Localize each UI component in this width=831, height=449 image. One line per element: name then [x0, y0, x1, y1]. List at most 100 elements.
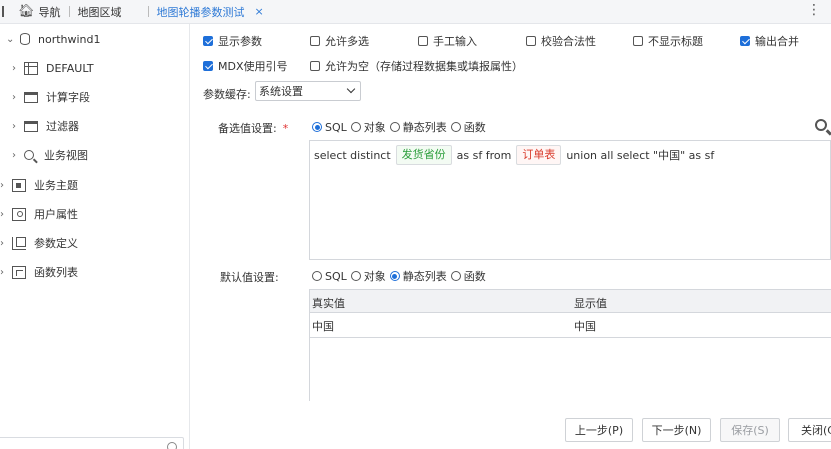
sql-editor[interactable]: select distinct 发货省份 as sf from 订单表 unio…: [309, 140, 831, 260]
search-icon[interactable]: [815, 119, 827, 131]
top-tab-bar: 🏠︎ 导航 地图区域 地图轮播参数测试 × ⋮: [0, 0, 831, 24]
radio-static-list[interactable]: 静态列表: [389, 268, 447, 284]
home-icon[interactable]: 🏠︎: [18, 4, 35, 19]
close-icon[interactable]: ×: [255, 5, 264, 18]
checkbox-unchecked-icon[interactable]: [526, 36, 536, 46]
checkbox-validate[interactable]: 校验合法性: [526, 33, 596, 49]
radio-function[interactable]: 函数: [450, 119, 486, 135]
database-icon: [20, 33, 30, 45]
column-header-real-value[interactable]: 真实值: [312, 295, 345, 311]
checkbox-mdx-quote[interactable]: MDX使用引号: [203, 58, 288, 74]
chevron-right-icon[interactable]: ›: [0, 180, 12, 191]
radio-static-list[interactable]: 静态列表: [389, 119, 447, 135]
tab-separator: [68, 6, 70, 17]
radio-unselected-icon[interactable]: [450, 122, 461, 132]
tree-item-param-definitions[interactable]: › 参数定义: [0, 233, 78, 253]
parameter-icon: [12, 236, 26, 250]
subject-icon: [12, 178, 26, 192]
static-list-table: 真实值 显示值 中国 中国: [309, 289, 831, 401]
chevron-down-icon[interactable]: ⌄: [6, 34, 18, 45]
folder-icon: [24, 91, 38, 103]
chevron-right-icon[interactable]: ›: [0, 267, 12, 278]
cache-label: 参数缓存:: [203, 88, 251, 101]
radio-function[interactable]: 函数: [450, 268, 486, 284]
radio-object[interactable]: 对象: [350, 268, 386, 284]
radio-label: SQL: [325, 269, 347, 283]
checkbox-label: 手工输入: [433, 35, 477, 48]
nav-tab[interactable]: 导航: [39, 0, 61, 24]
tree-item-default[interactable]: › DEFAULT: [12, 58, 94, 78]
more-menu-icon[interactable]: ⋮: [807, 2, 821, 18]
chevron-right-icon[interactable]: ›: [12, 63, 24, 74]
checkbox-unchecked-icon[interactable]: [310, 61, 320, 71]
chevron-right-icon[interactable]: ›: [0, 209, 12, 220]
search-icon[interactable]: [167, 442, 177, 449]
checkbox-label: 校验合法性: [541, 35, 596, 48]
checkbox-checked-icon[interactable]: [203, 36, 213, 46]
required-mark: *: [282, 122, 289, 135]
tree-item-business-view[interactable]: › 业务视图: [12, 145, 88, 165]
radio-unselected-icon[interactable]: [389, 122, 400, 132]
tab-active[interactable]: 地图轮播参数测试: [157, 0, 245, 24]
tree-item-function-list[interactable]: › 函数列表: [0, 262, 78, 282]
checkbox-checked-icon[interactable]: [740, 36, 750, 46]
table-header: 真实值 显示值: [310, 289, 831, 313]
cache-select[interactable]: 系统设置: [255, 81, 361, 101]
tab-map-area[interactable]: 地图区域: [78, 0, 122, 24]
tree-item-label: 业务主题: [34, 179, 78, 192]
chevron-right-icon[interactable]: ›: [12, 92, 24, 103]
checkbox-label: 不显示标题: [648, 35, 703, 48]
field-chip[interactable]: 发货省份: [395, 145, 452, 165]
radio-label: 函数: [463, 270, 486, 283]
checkbox-show-param[interactable]: 显示参数: [203, 33, 262, 49]
checkbox-unchecked-icon[interactable]: [310, 36, 320, 46]
checkbox-manual-input[interactable]: 手工输入: [418, 33, 477, 49]
search-icon: [24, 150, 34, 160]
radio-selected-icon[interactable]: [312, 122, 322, 132]
function-icon: [12, 265, 26, 279]
chevron-right-icon[interactable]: ›: [12, 121, 24, 132]
checkbox-label: 输出合并: [755, 35, 799, 48]
chevron-right-icon[interactable]: ›: [12, 150, 24, 161]
checkbox-hide-title[interactable]: 不显示标题: [633, 33, 703, 49]
next-button[interactable]: 下一步(N): [642, 418, 711, 442]
chevron-down-icon: [346, 84, 356, 94]
checkbox-allow-empty[interactable]: 允许为空（存储过程数据集或填报属性）: [310, 58, 523, 74]
checkbox-checked-icon[interactable]: [203, 61, 213, 71]
radio-unselected-icon[interactable]: [350, 122, 361, 132]
column-header-display-value[interactable]: 显示值: [574, 295, 607, 311]
cell-real-value[interactable]: 中国: [312, 318, 334, 334]
checkbox-unchecked-icon[interactable]: [418, 36, 428, 46]
checkbox-unchecked-icon[interactable]: [633, 36, 643, 46]
radio-label: 函数: [463, 121, 486, 134]
tree-item-business-subject[interactable]: › 业务主题: [0, 175, 78, 195]
checkbox-output-merge[interactable]: 输出合并: [740, 33, 799, 49]
table-row[interactable]: 中国 中国: [310, 313, 831, 338]
checkbox-allow-multi[interactable]: 允许多选: [310, 33, 369, 49]
tree-item-label: northwind1: [38, 32, 101, 46]
left-edge-divider: [2, 6, 4, 17]
tree-item-label: 参数定义: [34, 237, 78, 250]
radio-sql[interactable]: SQL: [312, 121, 347, 134]
prev-button[interactable]: 上一步(P): [565, 418, 633, 442]
tree-item-northwind1[interactable]: ⌄ northwind1: [6, 29, 101, 49]
save-button[interactable]: 保存(S): [720, 418, 780, 442]
tree-item-user-attributes[interactable]: › 用户属性: [0, 204, 78, 224]
close-button[interactable]: 关闭(C): [788, 418, 831, 442]
radio-object[interactable]: 对象: [350, 119, 386, 135]
sql-part: as sf from: [456, 148, 512, 162]
radio-label: 静态列表: [402, 121, 447, 134]
radio-unselected-icon[interactable]: [350, 271, 361, 281]
radio-unselected-icon[interactable]: [312, 271, 322, 281]
table-chip[interactable]: 订单表: [516, 145, 562, 165]
radio-selected-icon[interactable]: [389, 271, 400, 281]
checkbox-label: 允许为空（存储过程数据集或填报属性）: [325, 60, 523, 73]
cell-display-value[interactable]: 中国: [574, 318, 596, 334]
tree-item-filters[interactable]: › 过滤器: [12, 116, 79, 136]
chevron-right-icon[interactable]: ›: [0, 238, 12, 249]
sidebar-search-input[interactable]: [0, 438, 160, 449]
radio-unselected-icon[interactable]: [450, 271, 461, 281]
tab-separator: [147, 6, 149, 17]
radio-sql[interactable]: SQL: [312, 270, 347, 283]
tree-item-calc-fields[interactable]: › 计算字段: [12, 87, 90, 107]
